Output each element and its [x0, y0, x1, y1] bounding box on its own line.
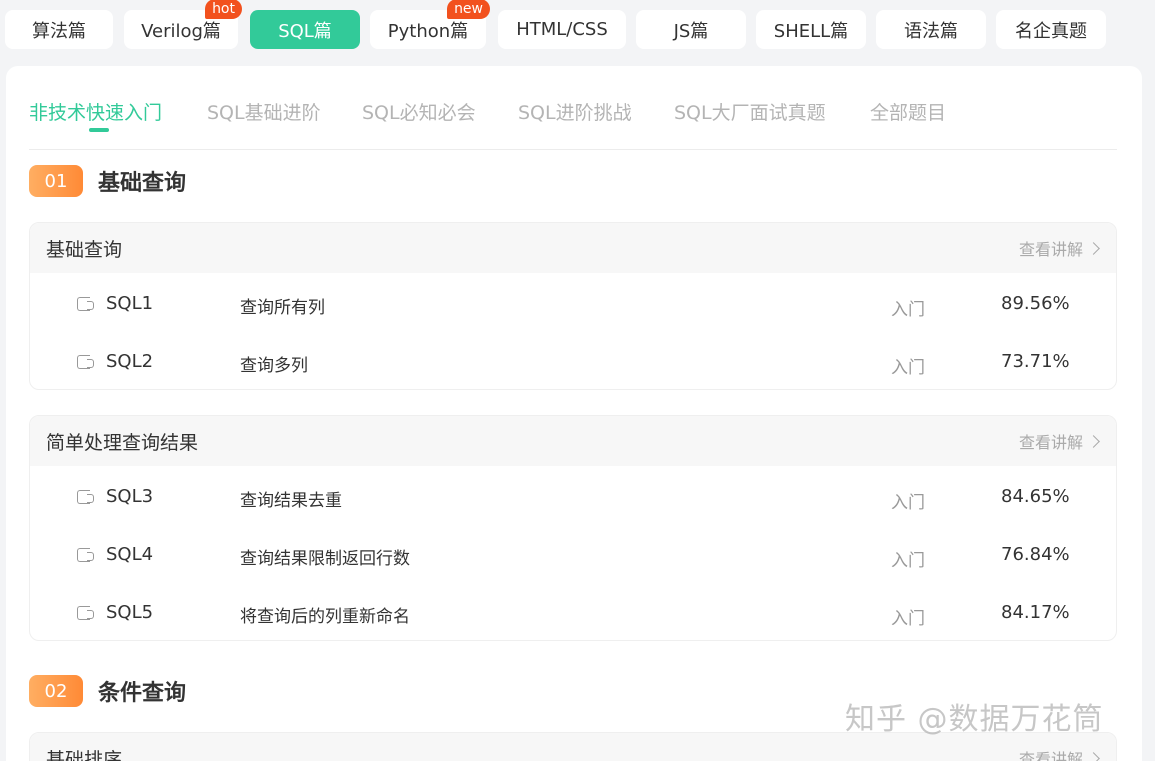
question-title: 查询所有列: [240, 298, 325, 318]
view-explanation-link[interactable]: 查看讲解: [1019, 429, 1100, 453]
group-header: 简单处理查询结果 查看讲解: [30, 416, 1116, 466]
question-group-basic-query: 基础查询 查看讲解 SQL1 查询所有列 入门 89.56% SQL2 查询多列…: [29, 222, 1117, 390]
pass-rate: 84.65%: [1001, 486, 1070, 507]
question-icon: [77, 606, 94, 620]
group-header: 基础查询 查看讲解: [30, 223, 1116, 273]
difficulty-level: 入门: [891, 493, 925, 513]
subtab-sql-interview[interactable]: SQL大厂面试真题: [674, 98, 826, 125]
category-tab-grammar[interactable]: 语法篇: [876, 10, 986, 49]
difficulty-level: 入门: [891, 300, 925, 320]
question-title: 查询结果限制返回行数: [240, 549, 410, 569]
question-title: 查询多列: [240, 356, 308, 376]
question-id: SQL4: [106, 544, 154, 565]
category-bar: 算法篇 Verilog篇 hot SQL篇 Python篇 new HTML/CSS…: [0, 0, 1155, 60]
subtab-sql-basic-advance[interactable]: SQL基础进阶: [207, 98, 321, 125]
category-tab-company[interactable]: 名企真题: [996, 10, 1106, 49]
category-tab-js[interactable]: JS篇: [636, 10, 746, 49]
category-tab-shell[interactable]: SHELL篇: [756, 10, 866, 49]
question-id: SQL2: [106, 351, 154, 372]
group-title: 简单处理查询结果: [46, 431, 199, 454]
section-title: 条件查询: [98, 681, 187, 706]
new-badge: new: [447, 0, 490, 19]
question-title: 将查询后的列重新命名: [240, 607, 410, 627]
group-title: 基础查询: [46, 238, 123, 261]
pass-rate: 89.56%: [1001, 293, 1070, 314]
question-row[interactable]: SQL2 查询多列 入门 73.71%: [30, 331, 1116, 389]
question-icon: [77, 490, 94, 504]
hot-badge: hot: [205, 0, 242, 19]
pass-rate: 84.17%: [1001, 602, 1070, 623]
difficulty-level: 入门: [891, 358, 925, 378]
question-row[interactable]: SQL4 查询结果限制返回行数 入门 76.84%: [30, 524, 1116, 582]
question-title: 查询结果去重: [240, 491, 342, 511]
subtab-sql-advanced-challenge[interactable]: SQL进阶挑战: [518, 98, 632, 125]
section-header-01: 01 基础查询: [29, 165, 186, 197]
chevron-right-icon: [1087, 241, 1100, 255]
category-tab-html-css[interactable]: HTML/CSS: [498, 10, 626, 49]
sub-tab-bar: 非技术快速入门 SQL基础进阶 SQL必知必会 SQL进阶挑战 SQL大厂面试真…: [29, 98, 1117, 150]
section-title: 基础查询: [98, 171, 187, 196]
pass-rate: 76.84%: [1001, 544, 1070, 565]
category-tab-python[interactable]: Python篇 new: [370, 0, 490, 49]
subtab-all-questions[interactable]: 全部题目: [870, 98, 946, 125]
difficulty-level: 入门: [891, 609, 925, 629]
question-list-card: 非技术快速入门 SQL基础进阶 SQL必知必会 SQL进阶挑战 SQL大厂面试真…: [6, 66, 1142, 761]
question-group-simple-processing: 简单处理查询结果 查看讲解 SQL3 查询结果去重 入门 84.65% SQL4…: [29, 415, 1117, 641]
question-icon: [77, 355, 94, 369]
question-row[interactable]: SQL1 查询所有列 入门 89.56%: [30, 273, 1116, 331]
question-icon: [77, 548, 94, 562]
question-icon: [77, 297, 94, 311]
view-explanation-link[interactable]: 查看讲解: [1019, 236, 1100, 260]
category-tab-sql[interactable]: SQL篇: [250, 10, 360, 49]
category-tab-verilog[interactable]: Verilog篇 hot: [124, 0, 242, 49]
question-row[interactable]: SQL5 将查询后的列重新命名 入门 84.17%: [30, 582, 1116, 640]
pass-rate: 73.71%: [1001, 351, 1070, 372]
chevron-right-icon: [1087, 434, 1100, 448]
category-tab-algorithm[interactable]: 算法篇: [5, 10, 113, 49]
view-explanation-link[interactable]: 查看讲解: [1019, 746, 1100, 761]
question-id: SQL1: [106, 293, 154, 314]
difficulty-level: 入门: [891, 551, 925, 571]
question-id: SQL3: [106, 486, 154, 507]
section-number: 02: [29, 675, 83, 707]
group-title: 基础排序: [46, 748, 123, 761]
watermark: 知乎 @数据万花筒: [845, 702, 1104, 737]
question-id: SQL5: [106, 602, 154, 623]
section-header-02: 02 条件查询: [29, 675, 186, 707]
subtab-sql-must-know[interactable]: SQL必知必会: [362, 98, 476, 125]
question-row[interactable]: SQL3 查询结果去重 入门 84.65%: [30, 466, 1116, 524]
chevron-right-icon: [1087, 751, 1100, 761]
active-underline: [89, 128, 109, 132]
subtab-non-tech-quickstart[interactable]: 非技术快速入门: [29, 98, 162, 132]
section-number: 01: [29, 165, 83, 197]
